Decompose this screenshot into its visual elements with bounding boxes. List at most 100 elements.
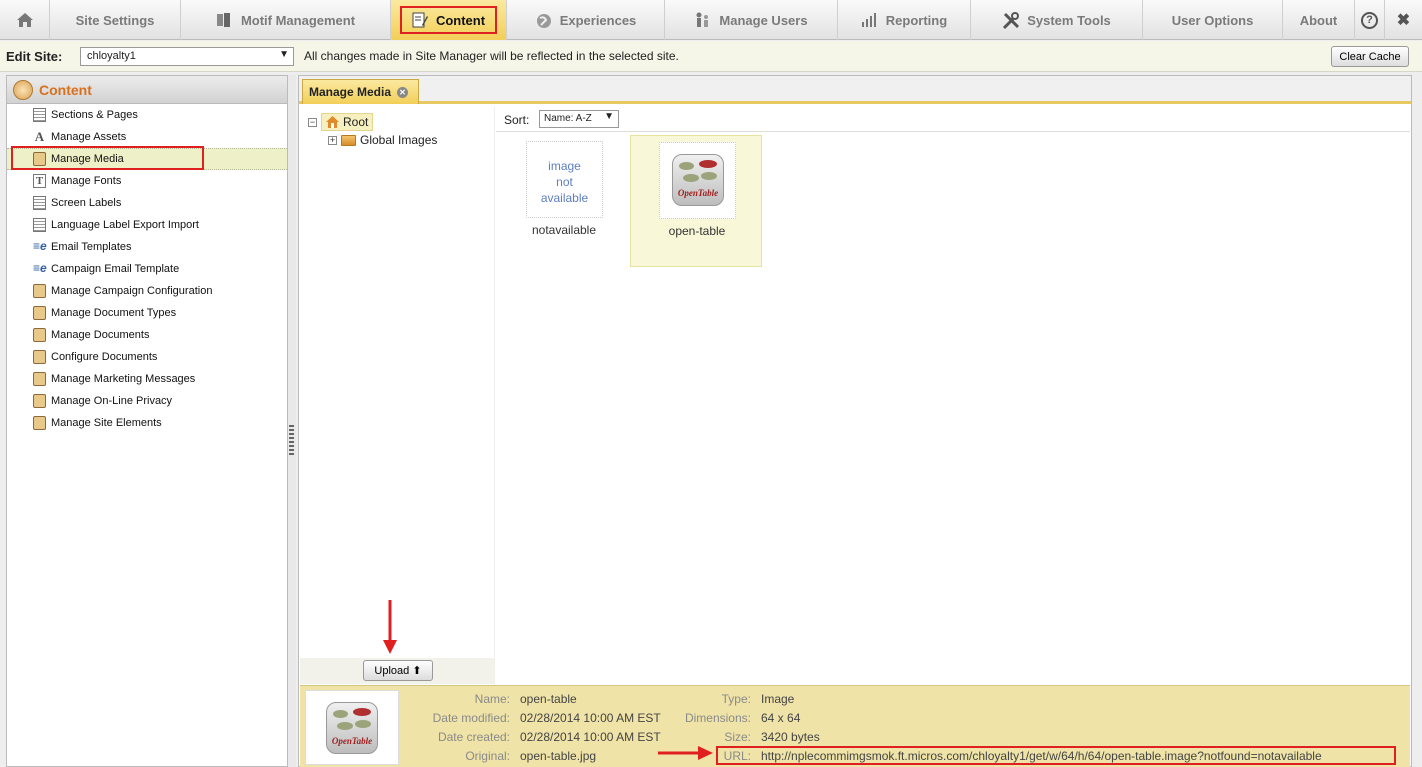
content-menu: Sections & Pages A Manage Assets Manage M…: [7, 104, 287, 434]
sidebar-item-label: Campaign Email Template: [51, 263, 180, 275]
nav-motif-label: Motif Management: [240, 12, 356, 28]
nav-content-highlight: Content: [399, 6, 498, 34]
manage-media-panel: Manage Media ✕ − Root + Global Images Up…: [298, 75, 1412, 767]
sidebar-item-campaign-email[interactable]: ≡e Campaign Email Template: [7, 258, 287, 280]
nav-about[interactable]: About: [1283, 0, 1355, 40]
nav-motif-management[interactable]: Motif Management: [181, 0, 391, 40]
sidebar-item-screen-labels[interactable]: Screen Labels: [7, 192, 287, 214]
folder-icon: [341, 134, 356, 146]
tree-node-global-images[interactable]: + Global Images: [328, 133, 437, 147]
bar-chart-icon: [861, 12, 879, 28]
media-details: OpenTable Name: open-table Date modified…: [300, 685, 1410, 767]
media-item-name: notavailable: [531, 223, 597, 237]
nav-system-tools-label: System Tools: [1027, 12, 1111, 28]
close-button[interactable]: ✖: [1385, 0, 1422, 40]
sidebar-item-sections-pages[interactable]: Sections & Pages: [7, 104, 287, 126]
sidebar-item-label: Manage Document Types: [51, 307, 177, 319]
doc-icon: [33, 284, 46, 298]
expand-icon[interactable]: +: [328, 135, 337, 145]
sidebar-item-label: Configure Documents: [51, 351, 158, 363]
nav-experiences-label: Experiences: [559, 12, 637, 28]
site-message: All changes made in Site Manager will be…: [304, 49, 679, 63]
tab-strip: Manage Media ✕: [299, 76, 1411, 104]
sidebar-item-document-types[interactable]: Manage Document Types: [7, 302, 287, 324]
sidebar-item-documents[interactable]: Manage Documents: [7, 324, 287, 346]
panel-splitter[interactable]: [288, 75, 296, 767]
media-item-open-table[interactable]: OpenTable open-table: [630, 135, 762, 267]
original-value: open-table.jpg: [520, 749, 597, 763]
tree-root-label[interactable]: Root: [321, 113, 374, 131]
splitter-grip[interactable]: [289, 425, 294, 455]
placeholder-line: image: [548, 159, 581, 173]
doc-icon: [33, 416, 46, 430]
help-button[interactable]: ?: [1355, 0, 1385, 40]
tree-root-text: Root: [343, 115, 369, 129]
nav-home[interactable]: [0, 0, 50, 40]
logo-text: OpenTable: [677, 188, 719, 198]
home-icon: [326, 116, 339, 128]
email-icon: ≡e: [33, 261, 47, 275]
nav-content[interactable]: Content: [391, 0, 507, 40]
sidebar-item-label: Manage Site Elements: [51, 417, 162, 429]
name-label: Name:: [474, 692, 510, 706]
sidebar-item-manage-assets[interactable]: A Manage Assets: [7, 126, 287, 148]
sidebar-item-label: Manage Marketing Messages: [51, 373, 196, 385]
sidebar-item-site-elements[interactable]: Manage Site Elements: [7, 412, 287, 434]
sidebar-item-language-label[interactable]: Language Label Export Import: [7, 214, 287, 236]
tab-label: Manage Media: [309, 85, 392, 99]
sidebar-item-manage-media[interactable]: Manage Media: [7, 148, 287, 170]
upload-button[interactable]: Upload ⬆: [363, 660, 433, 681]
media-grid: image not available notavailable OpenTab…: [496, 133, 1410, 685]
sidebar-item-online-privacy[interactable]: Manage On-Line Privacy: [7, 390, 287, 412]
nav-user-options[interactable]: User Options: [1143, 0, 1283, 40]
font-t-icon: T: [33, 174, 46, 188]
opentable-logo-icon: OpenTable: [672, 154, 724, 206]
image-not-available-placeholder: image not available: [527, 158, 602, 206]
nav-site-settings-label: Site Settings: [75, 12, 155, 28]
folder-tree: − Root + Global Images: [300, 107, 495, 685]
upload-area: Upload ⬆: [300, 658, 495, 684]
sidebar-item-email-templates[interactable]: ≡e Email Templates: [7, 236, 287, 258]
content-sidebar: Content Sections & Pages A Manage Assets …: [6, 75, 288, 767]
nav-site-settings[interactable]: Site Settings: [50, 0, 181, 40]
nav-manage-users[interactable]: Manage Users: [665, 0, 838, 40]
size-value: 3420 bytes: [761, 730, 820, 744]
sidebar-item-campaign-config[interactable]: Manage Campaign Configuration: [7, 280, 287, 302]
sidebar-item-configure-documents[interactable]: Configure Documents: [7, 346, 287, 368]
nav-system-tools[interactable]: System Tools: [971, 0, 1143, 40]
close-tab-icon[interactable]: ✕: [397, 86, 409, 98]
name-value: open-table: [520, 692, 577, 706]
chevron-down-icon: ▼: [279, 49, 289, 60]
sidebar-item-marketing-messages[interactable]: Manage Marketing Messages: [7, 368, 287, 390]
sort-select[interactable]: Name: A-Z ▼: [539, 110, 619, 128]
dimensions-value: 64 x 64: [761, 711, 801, 725]
sidebar-item-label: Manage Fonts: [51, 175, 122, 187]
tree-node-label: Global Images: [360, 133, 438, 147]
doc-icon: [33, 328, 46, 342]
tools-icon: [1002, 12, 1020, 30]
email-icon: ≡e: [33, 239, 47, 253]
nav-reporting-label: Reporting: [885, 12, 948, 28]
sort-label: Sort:: [504, 113, 530, 127]
sidebar-item-label: Manage On-Line Privacy: [51, 395, 173, 407]
globe-icon: [535, 12, 553, 28]
nav-experiences[interactable]: Experiences: [507, 0, 665, 40]
sort-value: Name: A-Z: [544, 113, 592, 124]
nav-manage-users-label: Manage Users: [719, 12, 808, 28]
details-thumbnail: OpenTable: [305, 690, 399, 765]
users-icon: [694, 12, 712, 28]
sidebar-title: Content: [39, 81, 92, 98]
media-item-notavailable[interactable]: image not available notavailable: [498, 135, 630, 267]
dimensions-label: Dimensions:: [684, 711, 751, 725]
top-nav: Site Settings Motif Management Content E…: [0, 0, 1422, 40]
clear-cache-button[interactable]: Clear Cache: [1331, 46, 1409, 67]
sidebar-item-label: Manage Documents: [51, 329, 150, 341]
sidebar-item-manage-fonts[interactable]: T Manage Fonts: [7, 170, 287, 192]
site-select[interactable]: chloyalty1 ▼: [80, 47, 294, 66]
content-header-icon: [13, 79, 33, 100]
tree-node-root[interactable]: − Root: [308, 113, 374, 131]
tab-manage-media[interactable]: Manage Media ✕: [302, 79, 420, 104]
collapse-icon[interactable]: −: [308, 117, 317, 127]
media-thumbnail: OpenTable: [659, 142, 736, 219]
nav-reporting[interactable]: Reporting: [838, 0, 971, 40]
